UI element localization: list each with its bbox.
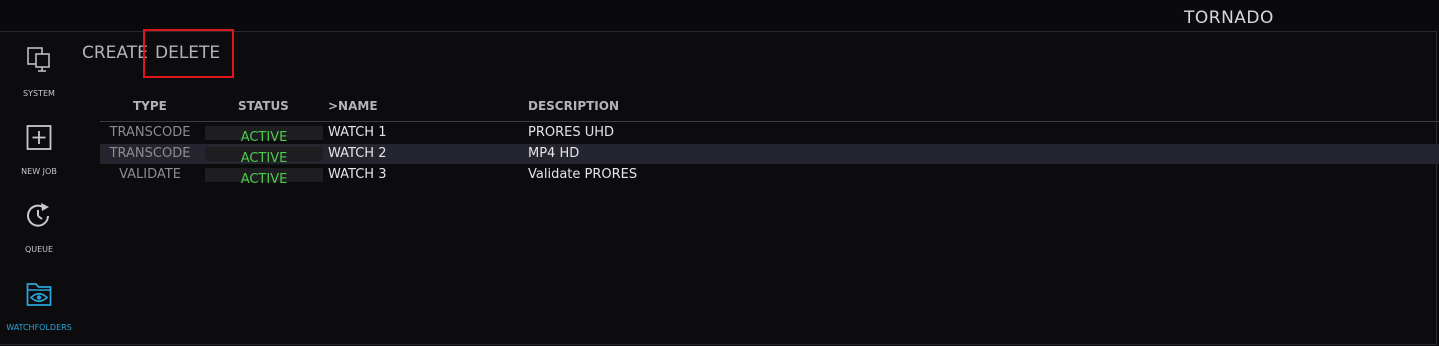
row-description: PRORES UHD	[528, 125, 615, 140]
sidebar-item-label: NEW JOB	[21, 167, 57, 176]
status-text: ACTIVE	[240, 130, 288, 145]
sidebar-item-watchfolders[interactable]: WATCHFOLDERS	[0, 271, 78, 341]
status-badge: ACTIVE	[205, 168, 323, 187]
row-description: MP4 HD	[528, 146, 580, 161]
row-name: WATCH 3	[328, 167, 387, 182]
status-badge: ACTIVE	[205, 126, 323, 145]
sidebar-item-label: QUEUE	[24, 245, 54, 254]
table-row[interactable]: VALIDATE ACTIVE WATCH 3 Validate PRORES	[100, 165, 1439, 187]
row-name: WATCH 1	[328, 125, 387, 140]
column-header-status[interactable]: STATUS	[238, 99, 289, 113]
sidebar-item-new-job[interactable]: NEW JOB	[0, 115, 78, 185]
row-type: TRANSCODE	[109, 125, 191, 140]
row-type: VALIDATE	[119, 167, 181, 182]
column-header-description[interactable]: DESCRIPTION	[528, 99, 619, 113]
status-text: ACTIVE	[240, 172, 288, 187]
delete-button[interactable]: DELETE	[155, 43, 220, 63]
watchfolders-table: TYPE STATUS >NAME DESCRIPTION TRANSCODE …	[100, 96, 1439, 187]
sidebar-item-label: SYSTEM	[23, 89, 55, 98]
sidebar: SYSTEM NEW JOB QUEUE WATCHFOLDERS	[0, 33, 78, 343]
table-row[interactable]: TRANSCODE ACTIVE WATCH 1 PRORES UHD	[100, 123, 1439, 145]
column-header-name[interactable]: >NAME	[328, 99, 378, 113]
create-button[interactable]: CREATE	[82, 43, 148, 63]
column-header-type[interactable]: TYPE	[133, 99, 167, 113]
status-text: ACTIVE	[240, 151, 288, 166]
folder-eye-icon	[26, 283, 52, 306]
sidebar-item-label: WATCHFOLDERS	[6, 323, 72, 332]
clock-refresh-icon	[27, 203, 49, 227]
table-row[interactable]: TRANSCODE ACTIVE WATCH 2 MP4 HD	[100, 144, 1439, 166]
table-header: TYPE STATUS >NAME DESCRIPTION	[100, 96, 1439, 118]
system-monitor-icon	[27, 47, 50, 72]
plus-square-icon	[26, 125, 52, 150]
sidebar-item-system[interactable]: SYSTEM	[0, 37, 78, 107]
header-divider	[100, 121, 1439, 122]
status-badge: ACTIVE	[205, 147, 323, 166]
top-bar: TORNADO	[0, 0, 1439, 33]
brand-title: TORNADO	[1184, 8, 1274, 28]
row-description: Validate PRORES	[528, 167, 638, 182]
row-type: TRANSCODE	[109, 146, 191, 161]
main-frame	[0, 31, 1437, 345]
row-name: WATCH 2	[328, 146, 387, 161]
sidebar-item-queue[interactable]: QUEUE	[0, 193, 78, 263]
app-window: TORNADO SYSTEM NEW JOB QUEUE WATCHFOLDER…	[0, 0, 1439, 346]
